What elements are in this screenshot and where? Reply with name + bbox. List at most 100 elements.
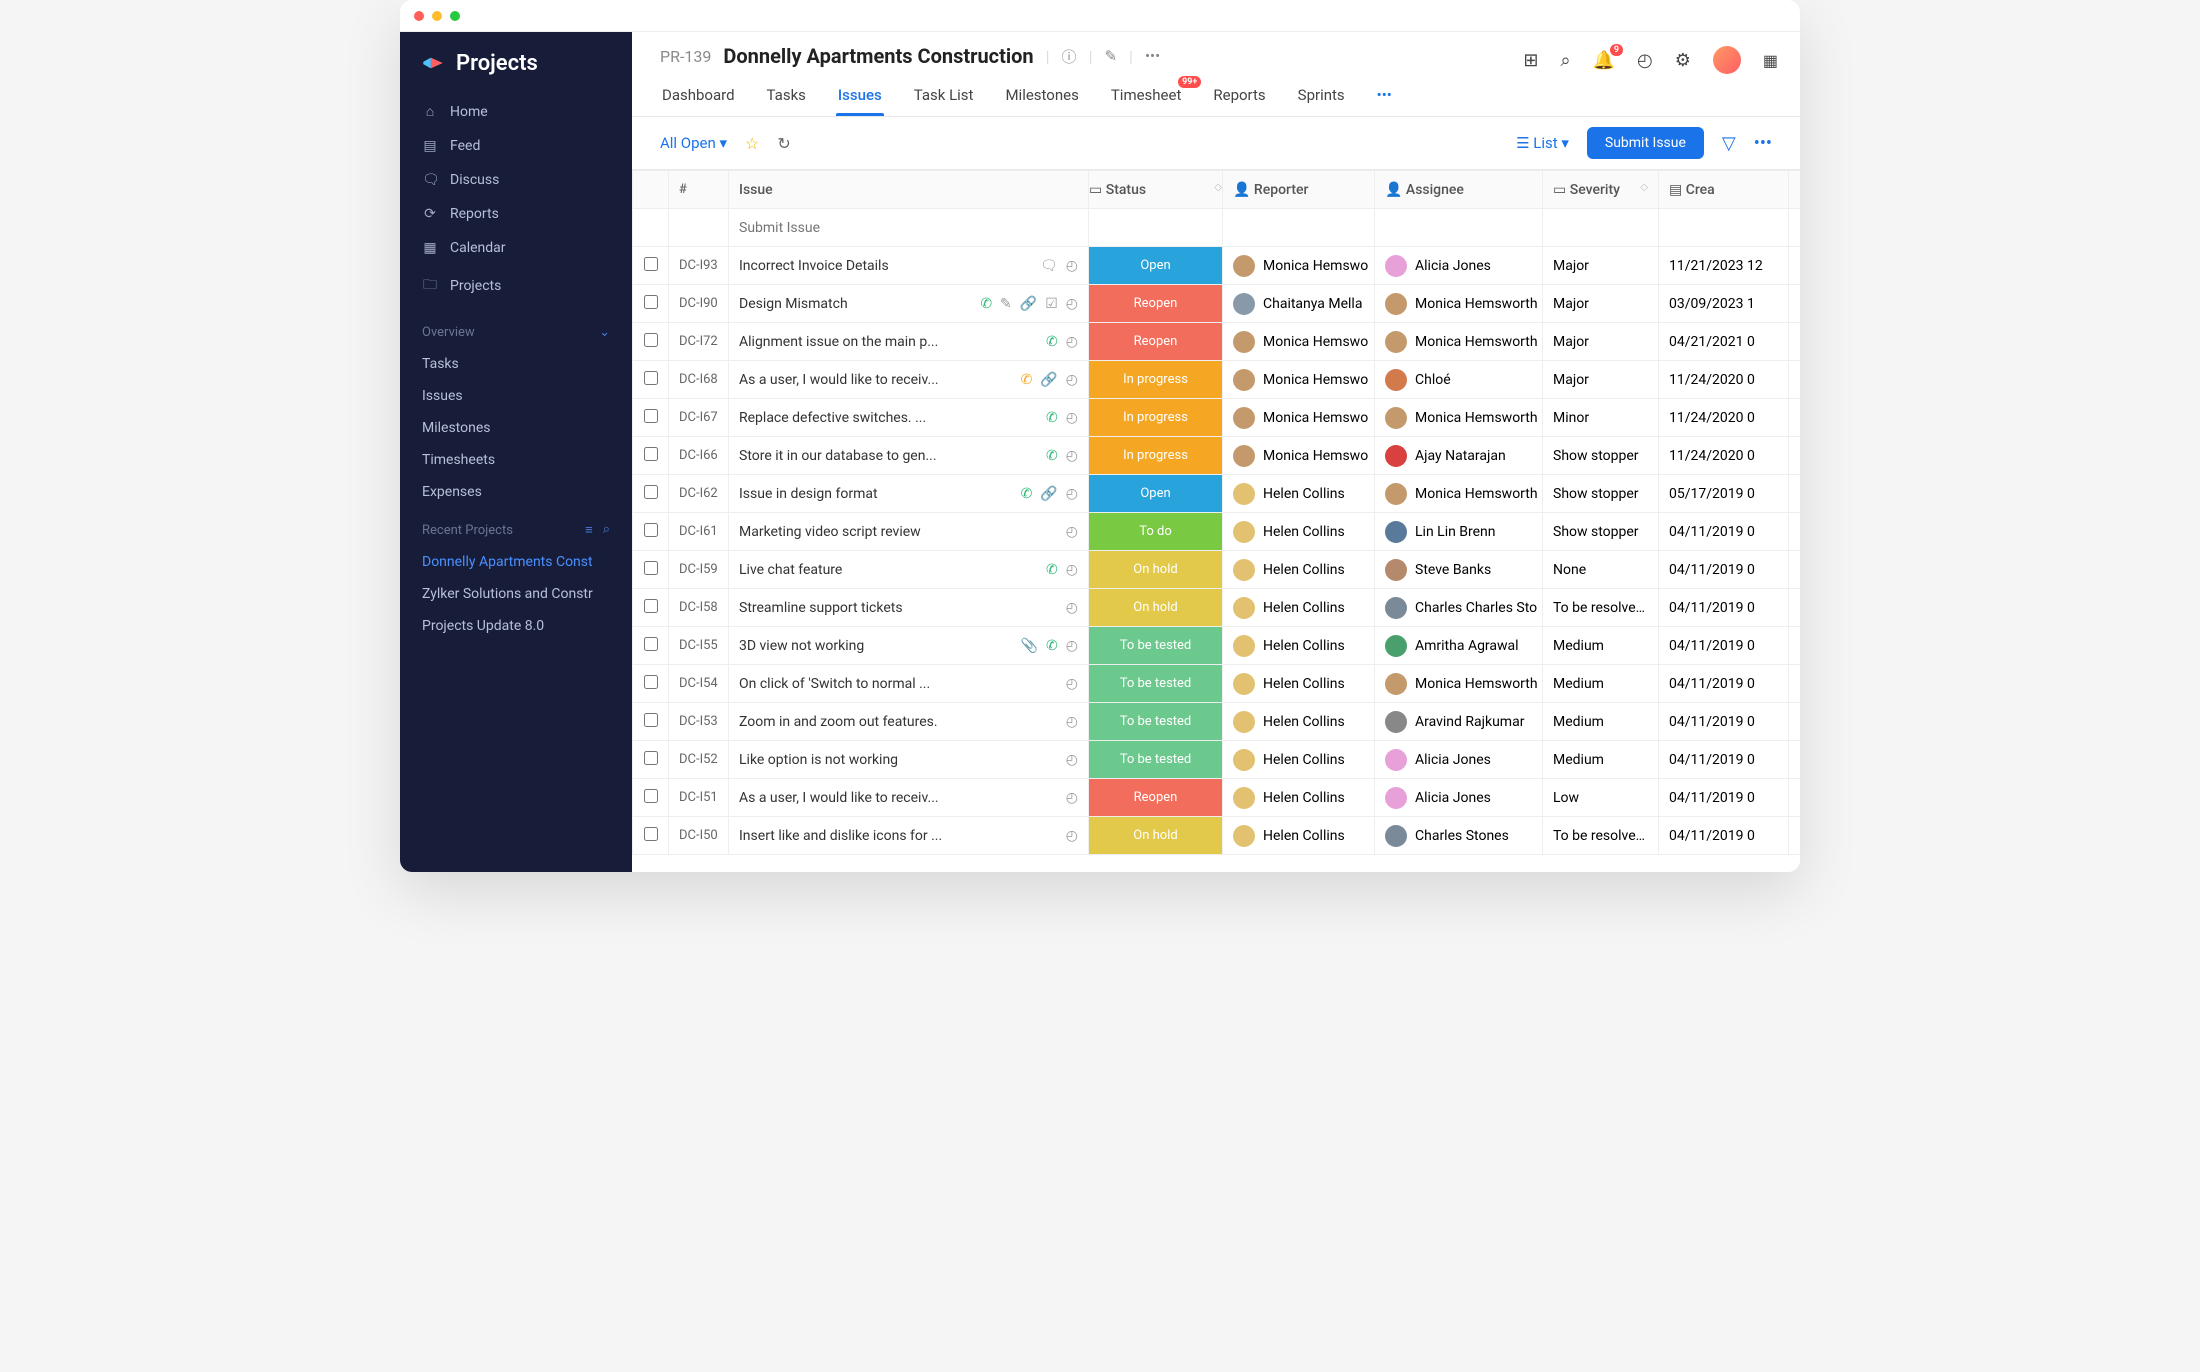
link-icon[interactable]: 🔗 xyxy=(1020,296,1037,312)
assignee[interactable]: Monica Hemsworth xyxy=(1385,407,1532,429)
issue-row[interactable]: DC-I51 As a user, I would like to receiv… xyxy=(633,779,1801,817)
issue-row[interactable]: DC-I61 Marketing video script review ◴ T… xyxy=(633,513,1801,551)
timer-icon[interactable]: ◴ xyxy=(1066,600,1078,616)
row-checkbox[interactable] xyxy=(644,371,658,385)
issue-row[interactable]: DC-I90 Design Mismatch ✆✎🔗☑◴ Reopen Chai… xyxy=(633,285,1801,323)
timer-icon[interactable]: ◴ xyxy=(1066,714,1078,730)
nav-item-feed[interactable]: ▤ Feed xyxy=(400,129,632,163)
row-checkbox[interactable] xyxy=(644,751,658,765)
minimize-window-icon[interactable] xyxy=(432,11,442,21)
call-grn-icon[interactable]: ✆ xyxy=(1046,410,1058,426)
row-checkbox[interactable] xyxy=(644,447,658,461)
call-grn-icon[interactable]: ✆ xyxy=(1046,562,1058,578)
row-checkbox[interactable] xyxy=(644,409,658,423)
info-icon[interactable]: ⓘ xyxy=(1062,46,1077,67)
settings-icon[interactable]: ≡ xyxy=(585,522,593,538)
issue-row[interactable]: DC-I58 Streamline support tickets ◴ On h… xyxy=(633,589,1801,627)
issue-row[interactable]: DC-I59 Live chat feature ✆◴ On hold Hele… xyxy=(633,551,1801,589)
issue-row[interactable]: DC-I55 3D view not working 📎✆◴ To be tes… xyxy=(633,627,1801,665)
assignee[interactable]: Alicia Jones xyxy=(1385,749,1532,771)
subnav-milestones[interactable]: Milestones xyxy=(400,412,632,444)
submit-issue-button[interactable]: Submit Issue xyxy=(1587,127,1704,159)
search-icon[interactable]: ⌕ xyxy=(603,522,610,538)
tabs-more-icon[interactable]: ••• xyxy=(1375,78,1394,116)
reporter[interactable]: Helen Collins xyxy=(1233,749,1364,771)
timer-icon[interactable]: ◴ xyxy=(1066,562,1078,578)
reporter[interactable]: Helen Collins xyxy=(1233,825,1364,847)
issue-row[interactable]: DC-I54 On click of 'Switch to normal ...… xyxy=(633,665,1801,703)
col-assignee[interactable]: 👤 Assignee xyxy=(1375,171,1543,209)
status-badge[interactable]: To be tested xyxy=(1089,703,1222,740)
edit-icon[interactable]: ✎ xyxy=(1104,47,1117,65)
nav-item-calendar[interactable]: ▦ Calendar xyxy=(400,231,632,265)
reporter[interactable]: Helen Collins xyxy=(1233,711,1364,733)
issue-title[interactable]: Incorrect Invoice Details xyxy=(739,258,1040,274)
status-badge[interactable]: Reopen xyxy=(1089,779,1222,816)
assignee[interactable]: Chloé xyxy=(1385,369,1532,391)
status-badge[interactable]: To be tested xyxy=(1089,665,1222,702)
tab-sprints[interactable]: Sprints xyxy=(1296,78,1347,116)
row-checkbox[interactable] xyxy=(644,333,658,347)
status-badge[interactable]: On hold xyxy=(1089,589,1222,626)
col-customize[interactable]: ⚟ xyxy=(1789,171,1801,209)
status-badge[interactable]: In progress xyxy=(1089,437,1222,474)
assignee[interactable]: Monica Hemsworth xyxy=(1385,293,1532,315)
status-badge[interactable]: To be tested xyxy=(1089,741,1222,778)
row-checkbox[interactable] xyxy=(644,523,658,537)
row-checkbox[interactable] xyxy=(644,789,658,803)
nav-item-reports[interactable]: ⟳ Reports xyxy=(400,197,632,231)
assignee[interactable]: Aravind Rajkumar xyxy=(1385,711,1532,733)
attach-icon[interactable]: 📎 xyxy=(1021,638,1038,654)
row-checkbox[interactable] xyxy=(644,295,658,309)
settings-icon[interactable]: ⚙ xyxy=(1675,50,1691,71)
assignee[interactable]: Amritha Agrawal xyxy=(1385,635,1532,657)
row-checkbox[interactable] xyxy=(644,827,658,841)
timer-icon[interactable]: ◴ xyxy=(1066,372,1078,388)
call-grn-icon[interactable]: ✆ xyxy=(1046,334,1058,350)
tab-milestones[interactable]: Milestones xyxy=(1003,78,1080,116)
recent-project-item[interactable]: Projects Update 8.0 xyxy=(400,610,632,642)
timer-icon[interactable]: ◴ xyxy=(1066,676,1078,692)
assignee[interactable]: Charles Stones xyxy=(1385,825,1532,847)
add-icon[interactable]: ⊞ xyxy=(1523,50,1538,71)
issue-title[interactable]: On click of 'Switch to normal ... xyxy=(739,676,1066,692)
issue-title[interactable]: Alignment issue on the main p... xyxy=(739,334,1046,350)
tab-reports[interactable]: Reports xyxy=(1211,78,1267,116)
timer-icon[interactable]: ◴ xyxy=(1066,334,1078,350)
call-org-icon[interactable]: ✆ xyxy=(1021,372,1033,388)
nav-item-discuss[interactable]: 🗨 Discuss xyxy=(400,163,632,197)
tab-task-list[interactable]: Task List xyxy=(912,78,976,116)
reporter[interactable]: Helen Collins xyxy=(1233,673,1364,695)
reporter[interactable]: Monica Hemswo xyxy=(1233,369,1364,391)
issue-title[interactable]: Store it in our database to gen... xyxy=(739,448,1046,464)
recent-project-item[interactable]: Zylker Solutions and Constr xyxy=(400,578,632,610)
assignee[interactable]: Alicia Jones xyxy=(1385,255,1532,277)
timer-icon[interactable]: ◴ xyxy=(1066,410,1078,426)
edit-icon[interactable]: ✎ xyxy=(1000,296,1012,312)
timer-icon[interactable]: ◴ xyxy=(1066,258,1078,274)
assignee[interactable]: Steve Banks xyxy=(1385,559,1532,581)
issue-row[interactable]: DC-I52 Like option is not working ◴ To b… xyxy=(633,741,1801,779)
issue-title[interactable]: As a user, I would like to receiv... xyxy=(739,790,1066,806)
reporter[interactable]: Monica Hemswo xyxy=(1233,331,1364,353)
subnav-timesheets[interactable]: Timesheets xyxy=(400,444,632,476)
issue-title[interactable]: Streamline support tickets xyxy=(739,600,1066,616)
col-created[interactable]: ▤ Crea xyxy=(1659,171,1789,209)
subnav-expenses[interactable]: Expenses xyxy=(400,476,632,508)
issue-row[interactable]: DC-I67 Replace defective switches. ... ✆… xyxy=(633,399,1801,437)
col-status[interactable]: ▭ Status◇ xyxy=(1089,171,1223,209)
timer-icon[interactable]: ◴ xyxy=(1066,828,1078,844)
assignee[interactable]: Ajay Natarajan xyxy=(1385,445,1532,467)
more-options-icon[interactable]: ••• xyxy=(1754,133,1772,154)
timer-icon[interactable]: ◴ xyxy=(1066,638,1078,654)
assignee[interactable]: Charles Charles Sto xyxy=(1385,597,1532,619)
assignee[interactable]: Monica Hemsworth xyxy=(1385,483,1532,505)
reporter[interactable]: Helen Collins xyxy=(1233,597,1364,619)
reporter[interactable]: Helen Collins xyxy=(1233,483,1364,505)
tab-tasks[interactable]: Tasks xyxy=(765,78,808,116)
user-avatar[interactable] xyxy=(1713,46,1741,74)
reporter[interactable]: Monica Hemswo xyxy=(1233,407,1364,429)
issue-row[interactable]: DC-I93 Incorrect Invoice Details 🗨◴ Open… xyxy=(633,247,1801,285)
reporter[interactable]: Helen Collins xyxy=(1233,635,1364,657)
reporter[interactable]: Chaitanya Mella xyxy=(1233,293,1364,315)
